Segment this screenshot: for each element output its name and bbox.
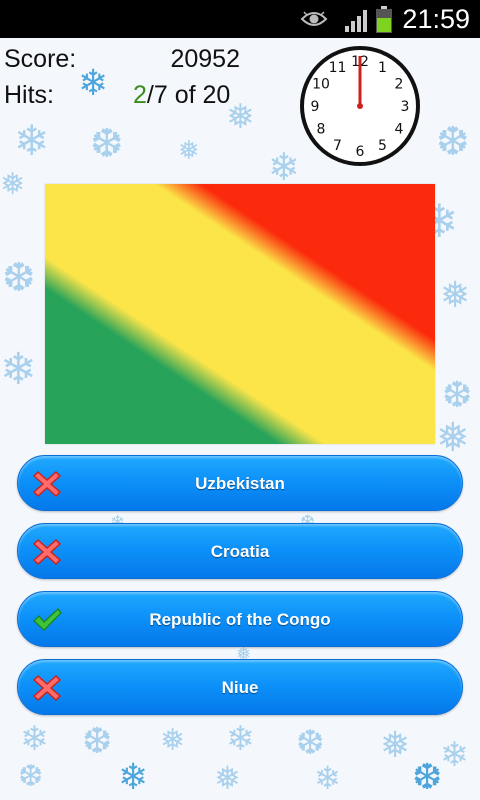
- snowflake-icon: ❅: [440, 275, 471, 316]
- status-bar: 21:59: [0, 0, 480, 38]
- snowflake-icon: ❄: [20, 719, 49, 759]
- clock-number: 2: [395, 77, 404, 93]
- hits-current: 2: [133, 81, 147, 109]
- clock-number: 10: [312, 77, 330, 93]
- flag-image: [45, 184, 435, 444]
- snowflake-icon: ❄: [118, 757, 149, 798]
- snowflake-icon: ❄: [440, 735, 469, 775]
- snowflake-icon: ❄: [268, 145, 300, 189]
- snowflake-icon: ❆: [442, 375, 473, 416]
- eye-icon: [300, 11, 328, 26]
- snowflake-icon: ❅: [0, 167, 26, 202]
- answer-button-niue[interactable]: Niue: [17, 659, 463, 715]
- answer-button-republic-of-the-congo[interactable]: Republic of the Congo: [17, 591, 463, 647]
- answer-label: Niue: [221, 678, 259, 697]
- snowflake-icon: ❆: [82, 721, 113, 762]
- answer-label: Uzbekistan: [195, 474, 285, 493]
- hits-total: /7 of 20: [146, 81, 231, 109]
- clock-number: 3: [401, 99, 410, 115]
- answer-button-uzbekistan[interactable]: Uzbekistan: [17, 455, 463, 511]
- snowflake-icon: ❄: [14, 116, 50, 165]
- answer-button-croatia[interactable]: Croatia: [17, 523, 463, 579]
- snowflake-icon: ❄: [314, 759, 341, 797]
- timer-clock: 121234567891011: [300, 46, 420, 166]
- clock-number: 9: [311, 99, 320, 115]
- clock-number: 8: [317, 122, 326, 138]
- snowflake-icon: ❆: [18, 759, 44, 794]
- clock-number: 4: [395, 122, 404, 138]
- clock-number: 7: [333, 138, 342, 154]
- battery-icon: [376, 6, 392, 33]
- signal-icon: [345, 10, 367, 32]
- snowflake-icon: ❅: [178, 136, 200, 166]
- snowflake-icon: ❆: [296, 723, 325, 763]
- snowflake-icon: ❅: [160, 723, 186, 758]
- snowflake-icon: ❆: [90, 121, 124, 167]
- clock-center: [357, 103, 363, 109]
- score-value: 20952: [170, 45, 240, 73]
- snowflake-icon: ❅: [380, 725, 411, 766]
- snowflake-icon: ❄: [226, 719, 255, 759]
- hits-label: Hits:: [4, 81, 54, 109]
- snowflake-icon: ❄: [78, 63, 109, 104]
- answer-label: Croatia: [210, 542, 270, 561]
- clock-number: 6: [356, 144, 365, 160]
- snowflake-icon: ❄: [0, 344, 37, 395]
- snowflake-icon: ❅: [214, 759, 241, 797]
- clock-number: 1: [378, 60, 387, 76]
- clock-number: 5: [378, 138, 387, 154]
- score-label: Score:: [4, 45, 77, 73]
- snowflake-icon: ❆: [436, 119, 470, 165]
- snowflake-icon: ❆: [2, 255, 36, 301]
- hits-value: 2/7 of 20: [133, 81, 230, 110]
- snowflake-icon: ❆: [412, 757, 443, 798]
- snowflake-icon: ❅: [436, 415, 470, 461]
- answer-label: Republic of the Congo: [149, 610, 331, 629]
- status-time: 21:59: [402, 4, 470, 34]
- clock-number: 11: [329, 60, 347, 76]
